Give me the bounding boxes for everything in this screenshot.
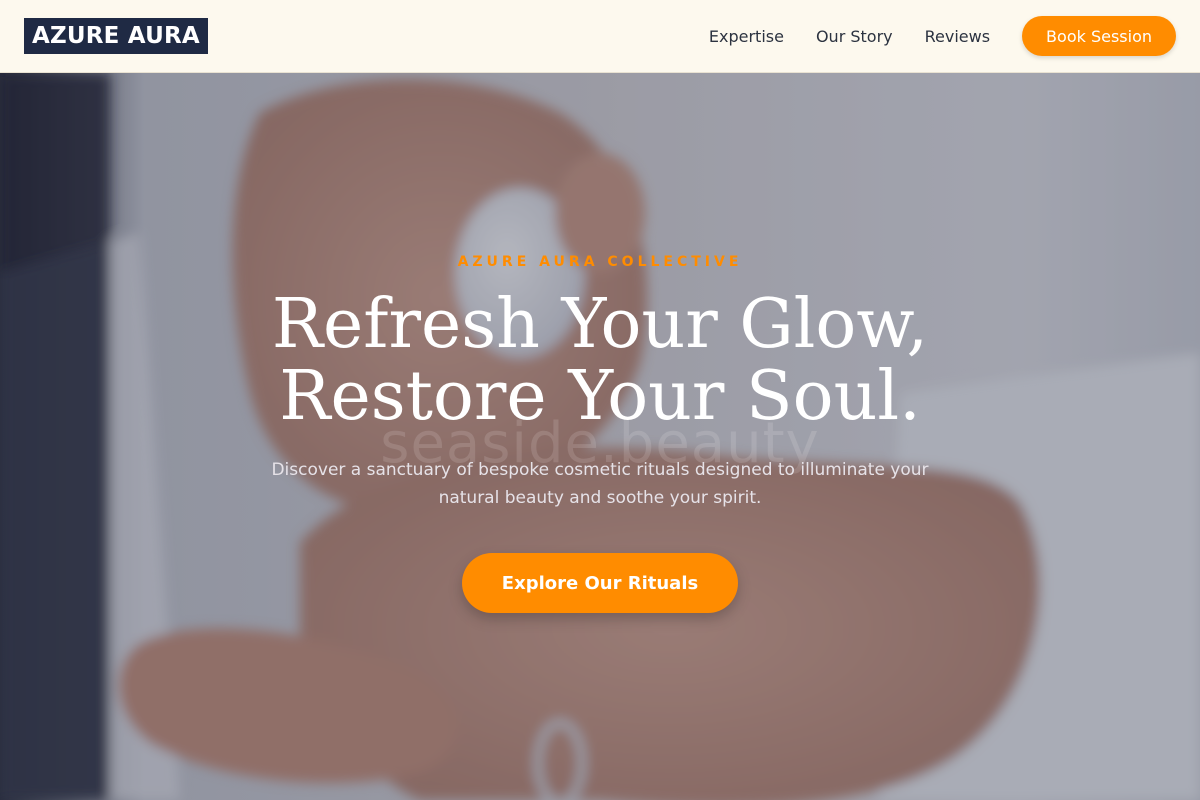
hero-eyebrow: AZURE AURA COLLECTIVE [457, 254, 743, 270]
main-nav: Expertise Our Story Reviews Book Session [709, 16, 1176, 56]
nav-link-expertise[interactable]: Expertise [709, 27, 784, 46]
site-header: AZURE AURA Expertise Our Story Reviews B… [0, 0, 1200, 73]
hero-section: seaside.beauty AZURE AURA COLLECTIVE Ref… [0, 73, 1200, 800]
nav-link-our-story[interactable]: Our Story [816, 27, 893, 46]
hero-headline: Refresh Your Glow, Restore Your Soul. [0, 289, 1200, 433]
hero-headline-line-1: Refresh Your Glow, [271, 285, 929, 364]
brand-logo[interactable]: AZURE AURA [24, 18, 208, 54]
explore-rituals-button[interactable]: Explore Our Rituals [462, 553, 738, 613]
hero-headline-line-2: Restore Your Soul. [279, 357, 921, 436]
book-session-button[interactable]: Book Session [1022, 16, 1176, 56]
nav-link-reviews[interactable]: Reviews [925, 27, 990, 46]
hero-description: Discover a sanctuary of bespoke cosmetic… [271, 460, 929, 508]
